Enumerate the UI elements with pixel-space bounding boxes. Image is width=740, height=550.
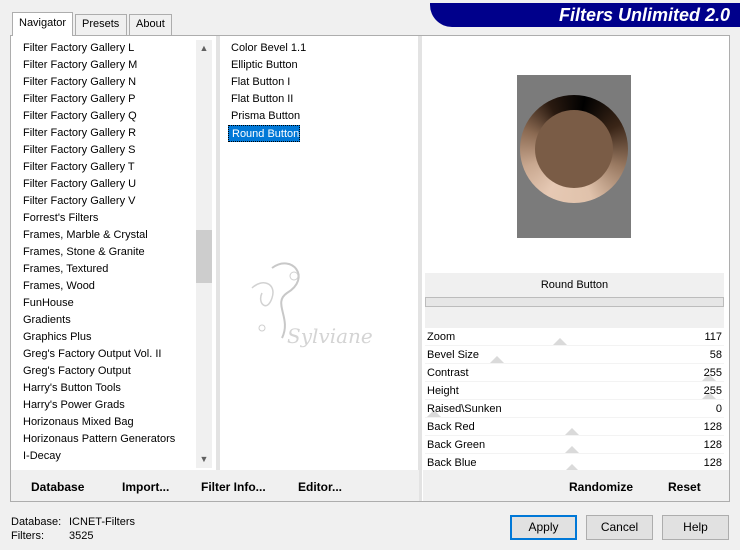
- tab-about[interactable]: About: [129, 14, 172, 35]
- category-item[interactable]: Frames, Wood: [18, 278, 196, 295]
- editor-button[interactable]: Editor...: [298, 480, 342, 494]
- status-database-label: Database:: [11, 516, 62, 528]
- parameter-slider-marker[interactable]: [489, 356, 504, 363]
- randomize-button[interactable]: Randomize: [569, 480, 633, 494]
- category-item[interactable]: Harry's Power Grads: [18, 397, 196, 414]
- category-item[interactable]: FunHouse: [18, 295, 196, 312]
- category-item[interactable]: Frames, Stone & Granite: [18, 244, 196, 261]
- parameter-row[interactable]: Zoom 117: [425, 328, 724, 346]
- filter-item[interactable]: Prisma Button: [228, 108, 300, 125]
- parameter-slider-marker[interactable]: [553, 338, 568, 345]
- category-item[interactable]: Horizonaus Pattern Generators: [18, 431, 196, 448]
- parameter-value: 58: [709, 349, 722, 361]
- apply-button[interactable]: Apply: [510, 515, 577, 540]
- parameter-value: 255: [703, 367, 722, 379]
- filter-item[interactable]: Flat Button I: [228, 74, 290, 91]
- category-item[interactable]: Filter Factory Gallery M: [18, 57, 196, 74]
- parameter-name: Contrast: [427, 367, 469, 379]
- category-item[interactable]: Filter Factory Gallery S: [18, 142, 196, 159]
- category-item[interactable]: Harry's Button Tools: [18, 380, 196, 397]
- scroll-up-icon[interactable]: ▲: [196, 40, 212, 57]
- category-item[interactable]: Frames, Marble & Crystal: [18, 227, 196, 244]
- list-divider: [216, 36, 220, 501]
- parameter-row[interactable]: Raised\Sunken 0: [425, 400, 724, 418]
- parameter-row[interactable]: Back Red 128: [425, 418, 724, 436]
- parameter-name: Back Red: [427, 421, 475, 433]
- category-list[interactable]: Filter Factory Gallery L Filter Factory G…: [18, 40, 196, 468]
- filter-list[interactable]: Color Bevel 1.1 Elliptic Button Flat Butto…: [228, 40, 408, 142]
- help-button[interactable]: Help: [662, 515, 729, 540]
- preview-divider: [418, 36, 422, 501]
- parameter-value: 128: [703, 421, 722, 433]
- category-item[interactable]: Filter Factory Gallery Q: [18, 108, 196, 125]
- status-filters-value: 3525: [69, 530, 94, 542]
- params-header: [425, 307, 724, 328]
- parameter-row[interactable]: Back Green 128: [425, 436, 724, 454]
- category-item[interactable]: Greg's Factory Output: [18, 363, 196, 380]
- round-button-face: [535, 110, 613, 188]
- category-scrollbar[interactable]: ▲ ▼: [196, 40, 212, 468]
- category-item[interactable]: Gradients: [18, 312, 196, 329]
- parameter-name: Raised\Sunken: [427, 403, 502, 415]
- progress-bar: [425, 297, 724, 307]
- parameter-value: 0: [715, 403, 722, 415]
- watermark-image: Sylviane: [251, 262, 373, 348]
- category-item[interactable]: Forrest's Filters: [18, 210, 196, 227]
- parameter-name: Bevel Size: [427, 349, 479, 361]
- category-item[interactable]: Filter Factory Gallery U: [18, 176, 196, 193]
- category-item[interactable]: Filter Factory Gallery V: [18, 193, 196, 210]
- parameter-row[interactable]: Contrast 255: [425, 364, 724, 382]
- category-item[interactable]: Graphics Plus: [18, 329, 196, 346]
- scroll-thumb[interactable]: [196, 230, 212, 283]
- reset-button[interactable]: Reset: [668, 480, 701, 494]
- status-filters-label: Filters:: [11, 530, 44, 542]
- watermark-text: Sylviane: [287, 324, 373, 348]
- parameter-name: Height: [427, 385, 459, 397]
- parameter-row[interactable]: Bevel Size 58: [425, 346, 724, 364]
- parameter-list: Zoom 117 Bevel Size 58 Contrast 255 Height 255 R…: [425, 328, 724, 472]
- tab-navigator[interactable]: Navigator: [12, 12, 73, 36]
- filter-item[interactable]: Elliptic Button: [228, 57, 298, 74]
- parameter-name: Zoom: [427, 331, 456, 343]
- database-button[interactable]: Database: [31, 480, 84, 494]
- category-item[interactable]: Filter Factory Gallery L: [18, 40, 196, 57]
- parameter-name: Back Green: [427, 439, 486, 451]
- parameter-value: 128: [703, 439, 722, 451]
- category-item[interactable]: Filter Factory Gallery N: [18, 74, 196, 91]
- category-item[interactable]: Filter Factory Gallery R: [18, 125, 196, 142]
- parameter-slider-marker[interactable]: [565, 446, 580, 453]
- filter-item[interactable]: Round Button: [228, 125, 301, 142]
- status-database-value: ICNET-Filters: [69, 516, 135, 528]
- category-item[interactable]: Greg's Factory Output Vol. II: [18, 346, 196, 363]
- parameter-slider-marker[interactable]: [565, 428, 580, 435]
- filter-item[interactable]: Color Bevel 1.1: [228, 40, 306, 57]
- parameter-row[interactable]: Height 255: [425, 382, 724, 400]
- scroll-down-icon[interactable]: ▼: [196, 451, 212, 468]
- parameter-value: 255: [703, 385, 722, 397]
- category-item[interactable]: I-Decay: [18, 448, 196, 465]
- tab-presets[interactable]: Presets: [75, 14, 127, 35]
- filter-info-button[interactable]: Filter Info...: [201, 480, 266, 494]
- preview-image: [517, 75, 631, 238]
- filter-item[interactable]: Flat Button II: [228, 91, 293, 108]
- category-item[interactable]: Frames, Textured: [18, 261, 196, 278]
- category-item[interactable]: Horizonaus Mixed Bag: [18, 414, 196, 431]
- filter-title: Round Button: [425, 273, 724, 297]
- category-item[interactable]: Filter Factory Gallery P: [18, 91, 196, 108]
- cancel-button[interactable]: Cancel: [586, 515, 653, 540]
- parameter-value: 117: [704, 331, 722, 343]
- app-title: Filters Unlimited 2.0: [558, 5, 730, 25]
- import-button[interactable]: Import...: [122, 480, 169, 494]
- category-item[interactable]: Filter Factory Gallery T: [18, 159, 196, 176]
